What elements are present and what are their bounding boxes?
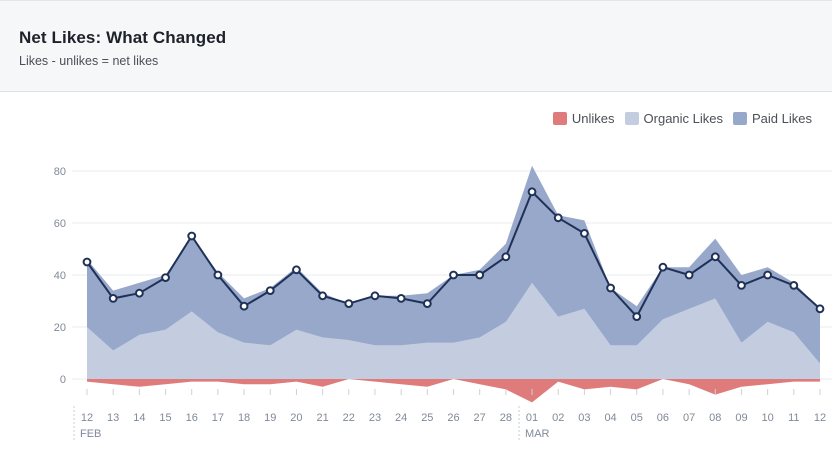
net-likes-point [632,312,642,322]
x-tick-label: 10 [762,412,774,424]
net-likes-point [579,229,589,238]
net-likes-point [527,187,537,197]
x-tick-label: 13 [107,412,119,424]
x-tick-label: 21 [316,412,328,424]
net-likes-point [82,257,92,267]
net-likes-point [134,288,144,298]
x-tick-label: 11 [788,412,799,424]
net-likes-point [213,270,223,280]
x-tick-label: 09 [735,412,747,424]
y-tick-label-80: 80 [54,166,66,178]
y-tick-label-0: 0 [60,374,66,386]
x-tick-label: 23 [369,412,381,424]
month-label-mar: MAR [525,428,550,440]
net-likes-point [422,299,432,309]
x-tick-label: 12 [814,412,826,424]
x-tick-label: 04 [604,412,616,424]
x-tick-label: 06 [657,412,669,424]
net-likes-point [161,273,170,283]
net-likes-point [737,281,746,290]
x-tick-label: 22 [343,412,355,424]
net-likes-point [292,265,301,275]
x-tick-label: 26 [447,412,459,424]
x-tick-label: 05 [631,412,643,424]
x-tick-label: 08 [709,412,721,424]
chart-plot: 02040608012 13 14 15 16 17 18 19 20 21 22 23 24 25 26 2… [54,165,832,441]
x-tick-label: 14 [133,412,145,424]
net-likes-point [187,231,197,241]
net-likes-point [658,262,668,272]
net-likes-point [710,252,720,262]
y-tick-label-40: 40 [54,270,66,282]
net-likes-point [789,281,799,290]
net-likes-point [370,291,380,301]
net-likes-point [606,283,615,293]
net-likes-point [449,270,458,280]
net-likes-point [396,294,406,303]
y-tick-label-20: 20 [54,322,66,334]
x-tick-label: 25 [421,412,433,424]
net-likes-point [763,270,773,280]
x-tick-label: 27 [474,412,486,424]
x-tick-label: 28 [500,412,512,424]
net-likes-point [239,301,249,311]
month-label-feb: FEB [80,428,101,440]
x-tick-label: 24 [395,412,407,424]
x-tick-label: 17 [212,412,224,424]
net-likes-point [475,270,485,280]
x-tick-label: 12 [81,412,93,424]
net-likes-point [815,304,825,314]
net-likes-point [318,291,328,301]
x-tick-label: 15 [159,412,171,424]
net-likes-point [553,213,563,223]
chart-card: Net Likes: What Changed Likes - unlikes … [0,0,832,453]
net-likes-point [108,294,118,303]
net-likes-point [501,252,511,262]
x-tick-label: 02 [552,412,564,424]
x-tick-label: 03 [578,412,590,424]
x-tick-label: 20 [290,412,302,424]
x-tick-label: 18 [238,412,250,424]
net-likes-point [265,286,275,296]
net-likes-point [344,299,354,309]
x-tick-label: 16 [186,412,198,424]
net-likes-point [684,270,694,280]
x-tick-label: 07 [683,412,695,424]
y-tick-label-60: 60 [54,218,66,230]
x-tick-label: 01 [526,412,538,424]
x-tick-label: 19 [264,412,276,424]
